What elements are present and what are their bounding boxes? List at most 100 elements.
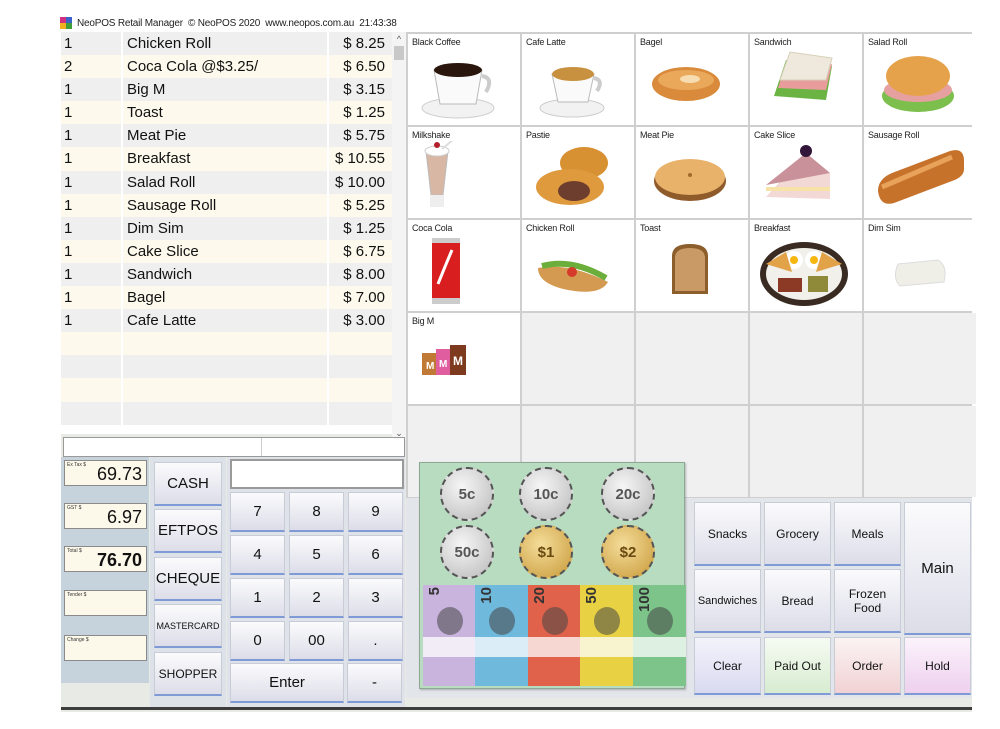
main-button[interactable]: Main	[904, 502, 971, 635]
product-tile[interactable]: Dim Sim	[864, 220, 976, 311]
product-name: Toast	[640, 223, 661, 233]
product-tile[interactable]: Cafe Latte	[522, 34, 634, 125]
key-7[interactable]: 7	[230, 492, 285, 532]
minus-button[interactable]: -	[347, 663, 402, 703]
product-tile[interactable]: Big MMMM	[408, 313, 520, 404]
empty-product-tile[interactable]	[864, 313, 976, 404]
key-6[interactable]: 6	[348, 535, 403, 575]
order-row[interactable]: 1 Sandwich $ 8.00	[61, 262, 406, 287]
order-row[interactable]: 1 Toast $ 1.25	[61, 101, 406, 125]
order-list[interactable]: 1 Chicken Roll $ 8.25 2 Coca Cola @$3.25/$ 6…	[61, 32, 406, 434]
product-tile[interactable]: Sausage Roll	[864, 127, 976, 218]
product-tile[interactable]: Toast	[636, 220, 748, 311]
order-row[interactable]: 1 Meat Pie $ 5.75	[61, 124, 406, 148]
order-row[interactable]: 2 Coca Cola @$3.25/ $ 6.50	[61, 55, 406, 79]
order-row[interactable]: 1 Bagel $ 7.00	[61, 286, 406, 310]
grocery-button[interactable]: Grocery	[764, 502, 831, 566]
key-3[interactable]: 3	[348, 578, 403, 618]
key-5[interactable]: 5	[289, 535, 344, 575]
order-row[interactable]: 1 Dim Sim $ 1.25	[61, 216, 406, 240]
order-row[interactable]: 1 Cafe Latte $ 3.00	[61, 309, 406, 333]
product-tile[interactable]: Pastie	[522, 127, 634, 218]
empty-product-tile[interactable]	[864, 406, 976, 497]
cheque-button[interactable]: CHEQUE	[154, 557, 222, 601]
order-name: Salad Roll	[123, 170, 329, 194]
product-tile[interactable]: Milkshake	[408, 127, 520, 218]
order-list-scrollbar[interactable]: ^ ⌄	[392, 32, 406, 440]
coin-20c-button[interactable]: 20c	[601, 467, 655, 521]
product-grid: Black Coffee Cafe Latte Bagel Sandwich Salad…	[406, 32, 976, 498]
cash-button[interactable]: CASH	[154, 462, 222, 506]
order-qty: 1	[61, 101, 123, 125]
product-tile[interactable]: Cake Slice	[750, 127, 862, 218]
scroll-up-icon[interactable]: ^	[392, 32, 406, 46]
product-tile[interactable]: Black Coffee	[408, 34, 520, 125]
key-1[interactable]: 1	[230, 578, 285, 618]
empty-product-tile[interactable]	[750, 313, 862, 404]
order-name: Big M	[123, 78, 329, 102]
key-8[interactable]: 8	[289, 492, 344, 532]
change-field: Change $	[64, 635, 147, 661]
order-row[interactable]: 1 Breakfast $ 10.55	[61, 147, 406, 171]
enter-button[interactable]: Enter	[230, 663, 344, 703]
product-tile[interactable]: Chicken Roll	[522, 220, 634, 311]
bread-button[interactable]: Bread	[764, 569, 831, 633]
snacks-button[interactable]: Snacks	[694, 502, 761, 566]
key-4[interactable]: 4	[230, 535, 285, 575]
coin-50c-button[interactable]: 50c	[440, 525, 494, 579]
order-row[interactable]	[61, 355, 406, 379]
product-tile[interactable]: Breakfast	[750, 220, 862, 311]
meals-button[interactable]: Meals	[834, 502, 901, 566]
product-tile[interactable]: Coca Cola	[408, 220, 520, 311]
product-tile[interactable]: Salad Roll	[864, 34, 976, 125]
note-10-button[interactable]: 10	[475, 585, 529, 686]
order-qty: 1	[61, 193, 123, 217]
meat-pie-icon	[646, 141, 738, 215]
note-50-button[interactable]: 50	[580, 585, 634, 686]
order-button[interactable]: Order	[834, 637, 901, 695]
paid-out-button[interactable]: Paid Out	[764, 637, 831, 695]
key-0[interactable]: 0	[230, 621, 285, 661]
hold-button[interactable]: Hold	[904, 637, 971, 695]
key-decimal[interactable]: .	[348, 621, 403, 661]
product-tile[interactable]: Meat Pie	[636, 127, 748, 218]
portrait-icon	[541, 607, 568, 635]
order-row[interactable]: 1 Big M $ 3.15	[61, 78, 406, 102]
keypad-display[interactable]	[230, 459, 404, 489]
order-price: $ 6.75	[343, 242, 385, 260]
order-row[interactable]	[61, 401, 406, 425]
order-summary-bar	[63, 437, 405, 457]
coin-10c-button[interactable]: 10c	[519, 467, 573, 521]
order-row[interactable]	[61, 378, 406, 402]
product-tile[interactable]: Sandwich	[750, 34, 862, 125]
order-row[interactable]: 1 Salad Roll $ 10.00	[61, 170, 406, 194]
note-20-button[interactable]: 20	[527, 585, 581, 686]
sandwiches-button[interactable]: Sandwiches	[694, 569, 761, 633]
clear-button[interactable]: Clear	[694, 637, 761, 695]
order-row[interactable]: 1 Sausage Roll $ 5.25	[61, 193, 406, 217]
order-name: Dim Sim	[123, 216, 329, 240]
order-price: $ 8.25	[343, 35, 385, 52]
key-9[interactable]: 9	[348, 492, 403, 532]
frozen-food-button[interactable]: Frozen Food	[834, 569, 901, 633]
order-price: $ 5.75	[343, 127, 385, 145]
order-row[interactable]	[61, 332, 406, 356]
key-2[interactable]: 2	[289, 578, 344, 618]
empty-product-tile[interactable]	[750, 406, 862, 497]
note-100-button[interactable]: 100	[632, 585, 686, 686]
shopper-button[interactable]: SHOPPER	[154, 652, 222, 696]
coin-dollar-1-button[interactable]: $1	[519, 525, 573, 579]
order-row[interactable]: 1 Cake Slice $ 6.75	[61, 239, 406, 263]
coin-dollar-2-button[interactable]: $2	[601, 525, 655, 579]
empty-product-tile[interactable]	[636, 313, 748, 404]
key-00[interactable]: 00	[289, 621, 344, 661]
scroll-thumb[interactable]	[394, 46, 404, 60]
empty-product-tile[interactable]	[522, 313, 634, 404]
order-row[interactable]: 1 Chicken Roll $ 8.25	[61, 32, 406, 56]
eftpos-button[interactable]: EFTPOS	[154, 509, 222, 553]
product-tile[interactable]: Bagel	[636, 34, 748, 125]
mastercard-button[interactable]: MASTERCARD	[154, 604, 222, 648]
tender-field[interactable]: Tender $	[64, 590, 147, 616]
coin-5c-button[interactable]: 5c	[440, 467, 494, 521]
note-5-button[interactable]: 5	[423, 585, 476, 686]
